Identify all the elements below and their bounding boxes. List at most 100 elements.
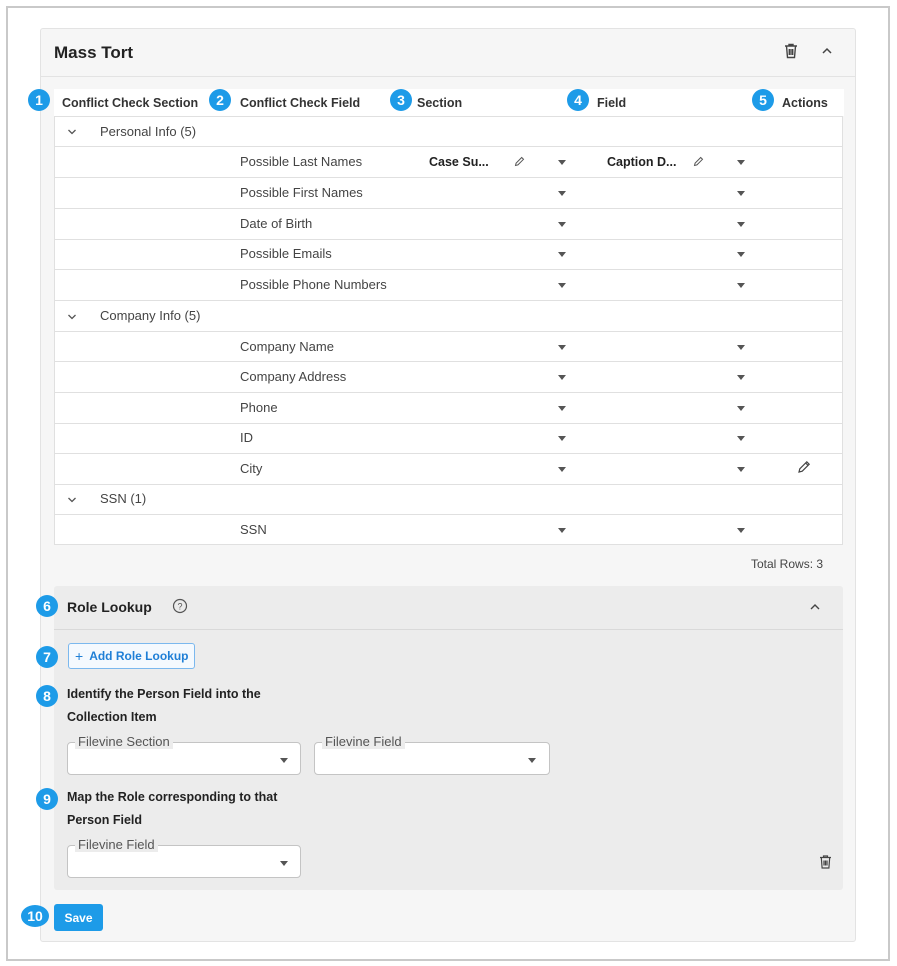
map-label-line1: Map the Role corresponding to that — [67, 790, 278, 804]
caret-down-icon[interactable] — [558, 160, 566, 165]
total-rows-count: Total Rows: 3 — [751, 557, 824, 571]
row-divider — [54, 146, 843, 147]
filevine-field-select[interactable]: Filevine Field — [314, 734, 550, 775]
row-divider — [54, 239, 843, 240]
caret-down-icon[interactable] — [558, 375, 566, 380]
caret-down-icon[interactable] — [737, 345, 745, 350]
row-divider — [54, 300, 843, 301]
callout-badge: 4 — [567, 89, 589, 111]
help-icon[interactable]: ? — [172, 598, 188, 614]
column-header-section[interactable]: Section — [417, 96, 462, 110]
caret-down-icon[interactable] — [737, 222, 745, 227]
caret-down-icon[interactable] — [737, 375, 745, 380]
identify-label-line2: Collection Item — [67, 710, 157, 724]
trash-icon[interactable] — [818, 854, 833, 870]
identify-label-line1: Identify the Person Field into the — [67, 687, 261, 701]
table-right-border — [842, 116, 843, 545]
column-header-actions[interactable]: Actions — [782, 96, 828, 110]
row-divider — [54, 361, 843, 362]
group-label-ssn[interactable]: SSN (1) — [100, 491, 146, 506]
group-label-personal-info[interactable]: Personal Info (5) — [100, 124, 196, 139]
add-role-lookup-label: Add Role Lookup — [89, 649, 189, 663]
callout-badge: 1 — [28, 89, 50, 111]
map-label-line2: Person Field — [67, 813, 143, 827]
role-lookup-header-divider — [54, 629, 843, 630]
callout-badge: 8 — [36, 685, 58, 707]
caret-down-icon[interactable] — [558, 467, 566, 472]
row-divider — [54, 331, 843, 332]
chevron-down-icon[interactable] — [67, 128, 77, 136]
select-label: Filevine Field — [75, 837, 158, 852]
add-role-lookup-button[interactable]: + Add Role Lookup — [68, 643, 195, 669]
callout-badge: 10 — [21, 905, 49, 927]
map-role-label: Map the Role corresponding to that Perso… — [67, 786, 277, 832]
pencil-icon[interactable] — [514, 156, 525, 167]
row-divider — [54, 453, 843, 454]
field-label: Possible First Names — [240, 185, 363, 200]
column-header-conflict-field[interactable]: Conflict Check Field — [240, 96, 360, 110]
chevron-up-icon[interactable] — [807, 601, 823, 613]
caret-down-icon[interactable] — [558, 528, 566, 533]
card-title: Mass Tort — [54, 43, 134, 62]
row-divider — [54, 544, 843, 545]
caret-down-icon[interactable] — [737, 283, 745, 288]
caret-down-icon[interactable] — [558, 252, 566, 257]
chevron-up-icon[interactable] — [818, 44, 836, 58]
caret-down-icon[interactable] — [558, 406, 566, 411]
filevine-section-select[interactable]: Filevine Section — [67, 734, 301, 775]
field-label: SSN — [240, 522, 267, 537]
plus-icon: + — [75, 648, 84, 664]
caret-down-icon[interactable] — [558, 283, 566, 288]
field-label: Possible Last Names — [240, 154, 363, 169]
field-label: Possible Phone Numbers — [240, 277, 387, 292]
pencil-icon[interactable] — [693, 156, 704, 167]
identify-person-field-label: Identify the Person Field into the Colle… — [67, 683, 261, 729]
caret-down-icon[interactable] — [558, 436, 566, 441]
caret-down-icon[interactable] — [558, 191, 566, 196]
field-label: ID — [240, 430, 253, 445]
row-divider — [54, 269, 843, 270]
callout-badge: 5 — [752, 89, 774, 111]
field-label: Company Name — [240, 339, 334, 354]
field-label: City — [240, 461, 263, 476]
pencil-icon[interactable] — [797, 460, 811, 474]
caret-down-icon[interactable] — [737, 252, 745, 257]
caret-down-icon[interactable] — [737, 436, 745, 441]
row-divider — [54, 208, 843, 209]
caret-down-icon[interactable] — [558, 222, 566, 227]
role-filevine-field-select[interactable]: Filevine Field — [67, 837, 301, 878]
caret-down-icon[interactable] — [280, 758, 288, 763]
field-select-value[interactable]: Caption D... — [607, 155, 676, 169]
caret-down-icon[interactable] — [737, 467, 745, 472]
caret-down-icon[interactable] — [280, 861, 288, 866]
row-divider — [54, 484, 843, 485]
field-label: Company Address — [240, 369, 347, 384]
callout-badge: 2 — [209, 89, 231, 111]
save-button[interactable]: Save — [54, 904, 103, 931]
section-select-value[interactable]: Case Su... — [429, 155, 489, 169]
callout-badge: 3 — [390, 89, 412, 111]
field-label: Phone — [240, 400, 278, 415]
column-header-conflict-section[interactable]: Conflict Check Section — [62, 96, 198, 110]
row-divider — [54, 116, 843, 117]
table-left-border — [54, 116, 55, 545]
caret-down-icon[interactable] — [737, 160, 745, 165]
select-label: Filevine Section — [75, 734, 173, 749]
callout-badge: 6 — [36, 595, 58, 617]
caret-down-icon[interactable] — [737, 406, 745, 411]
trash-icon[interactable] — [782, 42, 800, 60]
row-divider — [54, 514, 843, 515]
chevron-down-icon[interactable] — [67, 313, 77, 321]
row-divider — [54, 423, 843, 424]
column-header-field[interactable]: Field — [597, 96, 626, 110]
caret-down-icon[interactable] — [558, 345, 566, 350]
role-lookup-title: Role Lookup — [67, 599, 152, 615]
caret-down-icon[interactable] — [528, 758, 536, 763]
caret-down-icon[interactable] — [737, 191, 745, 196]
select-label: Filevine Field — [322, 734, 405, 749]
row-divider — [54, 392, 843, 393]
caret-down-icon[interactable] — [737, 528, 745, 533]
chevron-down-icon[interactable] — [67, 496, 77, 504]
card-header-divider — [40, 76, 856, 77]
group-label-company-info[interactable]: Company Info (5) — [100, 308, 200, 323]
